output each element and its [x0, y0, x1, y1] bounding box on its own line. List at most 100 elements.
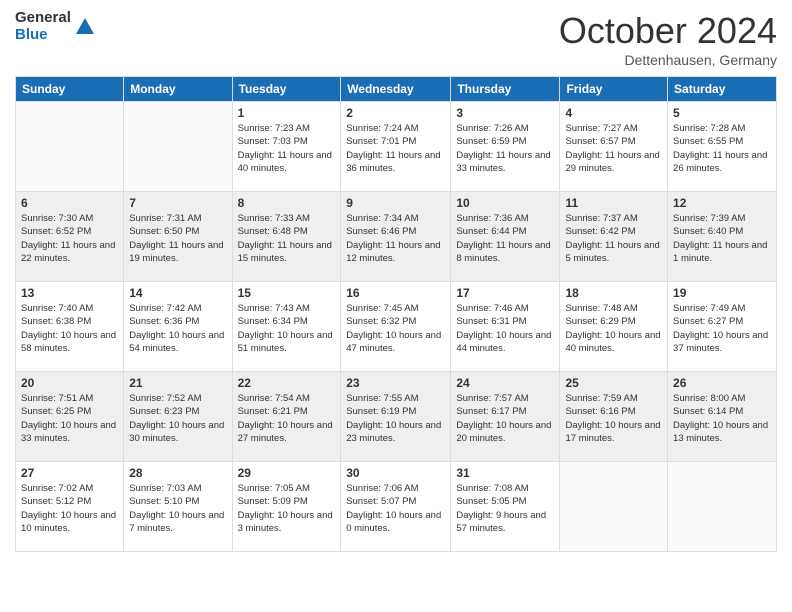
table-row: 11Sunrise: 7:37 AM Sunset: 6:42 PM Dayli…: [560, 192, 668, 282]
table-row: 18 Sunrise: 7:48 AM Sunset: 6:29 PM Dayli…: [560, 282, 668, 372]
calendar-week-row: 6 Sunrise: 7:30 AM Sunset: 6:52 PM Daylig…: [16, 192, 777, 282]
table-row: 23 Sunrise: 7:55 AM Sunset: 6:19 PM Dayli…: [341, 372, 451, 462]
calendar-week-row: 1Sunrise: 7:23 AM Sunset: 7:03 PM Daylig…: [16, 102, 777, 192]
day-number: 12: [673, 196, 771, 210]
day-info: Sunrise: 7:54 AM Sunset: 6:21 PM Dayligh…: [238, 392, 336, 445]
table-row: 19 Sunrise: 7:49 AM Sunset: 6:27 PM Dayli…: [668, 282, 777, 372]
table-row: 31 Sunrise: 7:08 AM Sunset: 5:05 PM Dayli…: [451, 462, 560, 552]
day-number: 25: [565, 376, 662, 390]
day-info: Sunrise: 7:24 AM Sunset: 7:01 PM Dayligh…: [346, 122, 445, 175]
day-info: Sunrise: 7:51 AM Sunset: 6:25 PM Dayligh…: [21, 392, 118, 445]
table-row: 13 Sunrise: 7:40 AM Sunset: 6:38 PM Dayli…: [16, 282, 124, 372]
day-info: Sunrise: 7:08 AM Sunset: 5:05 PM Dayligh…: [456, 482, 554, 535]
table-row: 16 Sunrise: 7:45 AM Sunset: 6:32 PM Dayli…: [341, 282, 451, 372]
calendar-header-row: Sunday Monday Tuesday Wednesday Thursday…: [16, 77, 777, 102]
logo-icon: [74, 16, 96, 38]
day-info: Sunrise: 7:31 AM Sunset: 6:50 PM Dayligh…: [129, 212, 226, 265]
day-info: Sunrise: 7:55 AM Sunset: 6:19 PM Dayligh…: [346, 392, 445, 445]
day-number: 2: [346, 106, 445, 120]
day-number: 23: [346, 376, 445, 390]
calendar-week-row: 20Sunrise: 7:51 AM Sunset: 6:25 PM Dayli…: [16, 372, 777, 462]
day-number: 15: [238, 286, 336, 300]
header: General Blue October 2024 Dettenhausen, …: [15, 10, 777, 68]
table-row: [560, 462, 668, 552]
day-number: 27: [21, 466, 118, 480]
day-info: Sunrise: 7:43 AM Sunset: 6:34 PM Dayligh…: [238, 302, 336, 355]
col-monday: Monday: [124, 77, 232, 102]
table-row: 30Sunrise: 7:06 AM Sunset: 5:07 PM Dayli…: [341, 462, 451, 552]
col-sunday: Sunday: [16, 77, 124, 102]
day-number: 10: [456, 196, 554, 210]
day-info: Sunrise: 7:27 AM Sunset: 6:57 PM Dayligh…: [565, 122, 662, 175]
table-row: 2 Sunrise: 7:24 AM Sunset: 7:01 PM Daylig…: [341, 102, 451, 192]
day-info: Sunrise: 7:46 AM Sunset: 6:31 PM Dayligh…: [456, 302, 554, 355]
table-row: [16, 102, 124, 192]
table-row: [124, 102, 232, 192]
calendar-table: Sunday Monday Tuesday Wednesday Thursday…: [15, 76, 777, 552]
day-number: 18: [565, 286, 662, 300]
table-row: 1Sunrise: 7:23 AM Sunset: 7:03 PM Daylig…: [232, 102, 341, 192]
table-row: 22Sunrise: 7:54 AM Sunset: 6:21 PM Dayli…: [232, 372, 341, 462]
day-number: 24: [456, 376, 554, 390]
day-info: Sunrise: 7:37 AM Sunset: 6:42 PM Dayligh…: [565, 212, 662, 265]
day-info: Sunrise: 7:45 AM Sunset: 6:32 PM Dayligh…: [346, 302, 445, 355]
day-number: 29: [238, 466, 336, 480]
day-info: Sunrise: 7:40 AM Sunset: 6:38 PM Dayligh…: [21, 302, 118, 355]
day-number: 21: [129, 376, 226, 390]
col-saturday: Saturday: [668, 77, 777, 102]
day-info: Sunrise: 7:49 AM Sunset: 6:27 PM Dayligh…: [673, 302, 771, 355]
day-number: 4: [565, 106, 662, 120]
day-number: 3: [456, 106, 554, 120]
title-area: October 2024 Dettenhausen, Germany: [559, 10, 777, 68]
day-info: Sunrise: 7:36 AM Sunset: 6:44 PM Dayligh…: [456, 212, 554, 265]
table-row: 10 Sunrise: 7:36 AM Sunset: 6:44 PM Dayli…: [451, 192, 560, 282]
day-info: Sunrise: 7:33 AM Sunset: 6:48 PM Dayligh…: [238, 212, 336, 265]
location: Dettenhausen, Germany: [559, 52, 777, 68]
day-info: Sunrise: 7:39 AM Sunset: 6:40 PM Dayligh…: [673, 212, 771, 265]
day-info: Sunrise: 7:05 AM Sunset: 5:09 PM Dayligh…: [238, 482, 336, 535]
table-row: 17 Sunrise: 7:46 AM Sunset: 6:31 PM Dayli…: [451, 282, 560, 372]
day-number: 7: [129, 196, 226, 210]
calendar-week-row: 27 Sunrise: 7:02 AM Sunset: 5:12 PM Dayli…: [16, 462, 777, 552]
table-row: [668, 462, 777, 552]
day-number: 31: [456, 466, 554, 480]
table-row: 4 Sunrise: 7:27 AM Sunset: 6:57 PM Daylig…: [560, 102, 668, 192]
day-info: Sunrise: 7:30 AM Sunset: 6:52 PM Dayligh…: [21, 212, 118, 265]
table-row: 5 Sunrise: 7:28 AM Sunset: 6:55 PM Daylig…: [668, 102, 777, 192]
day-number: 26: [673, 376, 771, 390]
day-info: Sunrise: 7:34 AM Sunset: 6:46 PM Dayligh…: [346, 212, 445, 265]
day-info: Sunrise: 7:52 AM Sunset: 6:23 PM Dayligh…: [129, 392, 226, 445]
day-number: 16: [346, 286, 445, 300]
day-number: 6: [21, 196, 118, 210]
day-info: Sunrise: 7:03 AM Sunset: 5:10 PM Dayligh…: [129, 482, 226, 535]
logo-general: General: [15, 10, 71, 27]
day-info: Sunrise: 7:02 AM Sunset: 5:12 PM Dayligh…: [21, 482, 118, 535]
day-info: Sunrise: 8:00 AM Sunset: 6:14 PM Dayligh…: [673, 392, 771, 445]
day-number: 9: [346, 196, 445, 210]
table-row: 9 Sunrise: 7:34 AM Sunset: 6:46 PM Daylig…: [341, 192, 451, 282]
day-info: Sunrise: 7:42 AM Sunset: 6:36 PM Dayligh…: [129, 302, 226, 355]
col-friday: Friday: [560, 77, 668, 102]
day-number: 19: [673, 286, 771, 300]
table-row: 14Sunrise: 7:42 AM Sunset: 6:36 PM Dayli…: [124, 282, 232, 372]
col-tuesday: Tuesday: [232, 77, 341, 102]
day-number: 5: [673, 106, 771, 120]
day-number: 1: [238, 106, 336, 120]
day-number: 17: [456, 286, 554, 300]
day-number: 13: [21, 286, 118, 300]
table-row: 21 Sunrise: 7:52 AM Sunset: 6:23 PM Dayli…: [124, 372, 232, 462]
table-row: 20Sunrise: 7:51 AM Sunset: 6:25 PM Dayli…: [16, 372, 124, 462]
col-wednesday: Wednesday: [341, 77, 451, 102]
table-row: 3 Sunrise: 7:26 AM Sunset: 6:59 PM Daylig…: [451, 102, 560, 192]
day-info: Sunrise: 7:59 AM Sunset: 6:16 PM Dayligh…: [565, 392, 662, 445]
day-info: Sunrise: 7:26 AM Sunset: 6:59 PM Dayligh…: [456, 122, 554, 175]
logo-text: General Blue: [15, 10, 71, 43]
day-info: Sunrise: 7:28 AM Sunset: 6:55 PM Dayligh…: [673, 122, 771, 175]
table-row: 7 Sunrise: 7:31 AM Sunset: 6:50 PM Daylig…: [124, 192, 232, 282]
logo: General Blue: [15, 10, 96, 43]
day-info: Sunrise: 7:48 AM Sunset: 6:29 PM Dayligh…: [565, 302, 662, 355]
table-row: 28Sunrise: 7:03 AM Sunset: 5:10 PM Dayli…: [124, 462, 232, 552]
col-thursday: Thursday: [451, 77, 560, 102]
logo-blue: Blue: [15, 27, 71, 44]
calendar-week-row: 13 Sunrise: 7:40 AM Sunset: 6:38 PM Dayli…: [16, 282, 777, 372]
